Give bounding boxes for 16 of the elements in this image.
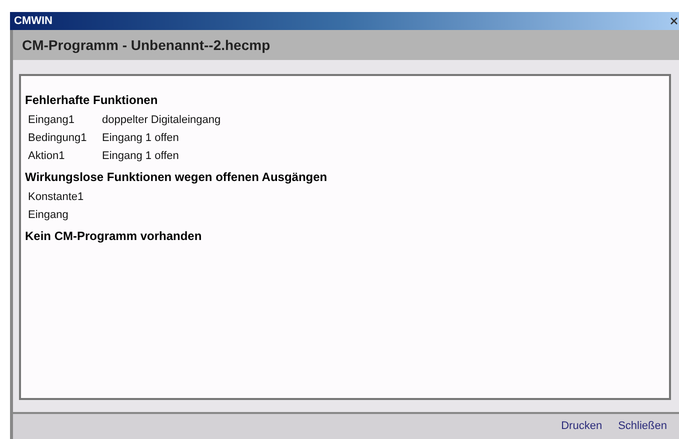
footer-link[interactable]: Drucken: [561, 418, 602, 435]
program-title: CM-Programm - Unbenannt--2.hecmp: [22, 36, 270, 55]
footer-link[interactable]: Schließen: [618, 418, 667, 435]
close-icon[interactable]: [670, 17, 678, 25]
section-heading: Wirkungslose Funktionen wegen offenen Ausgängen: [25, 169, 328, 185]
window-title: CMWIN: [14, 14, 52, 29]
function-name: Eingang: [28, 208, 70, 223]
error-detail: Eingang 1 offen: [102, 131, 179, 146]
function-name: Eingang1: [28, 113, 76, 128]
function-name: Bedingung1: [28, 131, 88, 146]
function-name: Konstante1: [28, 190, 85, 205]
error-detail: doppelter Digitaleingang: [102, 113, 221, 128]
section-heading: Fehlerhafte Funktionen: [25, 92, 159, 108]
section-heading: Kein CM-Programm vorhanden: [25, 228, 203, 244]
error-detail: Eingang 1 offen: [102, 149, 179, 164]
function-name: Aktion1: [28, 149, 66, 164]
